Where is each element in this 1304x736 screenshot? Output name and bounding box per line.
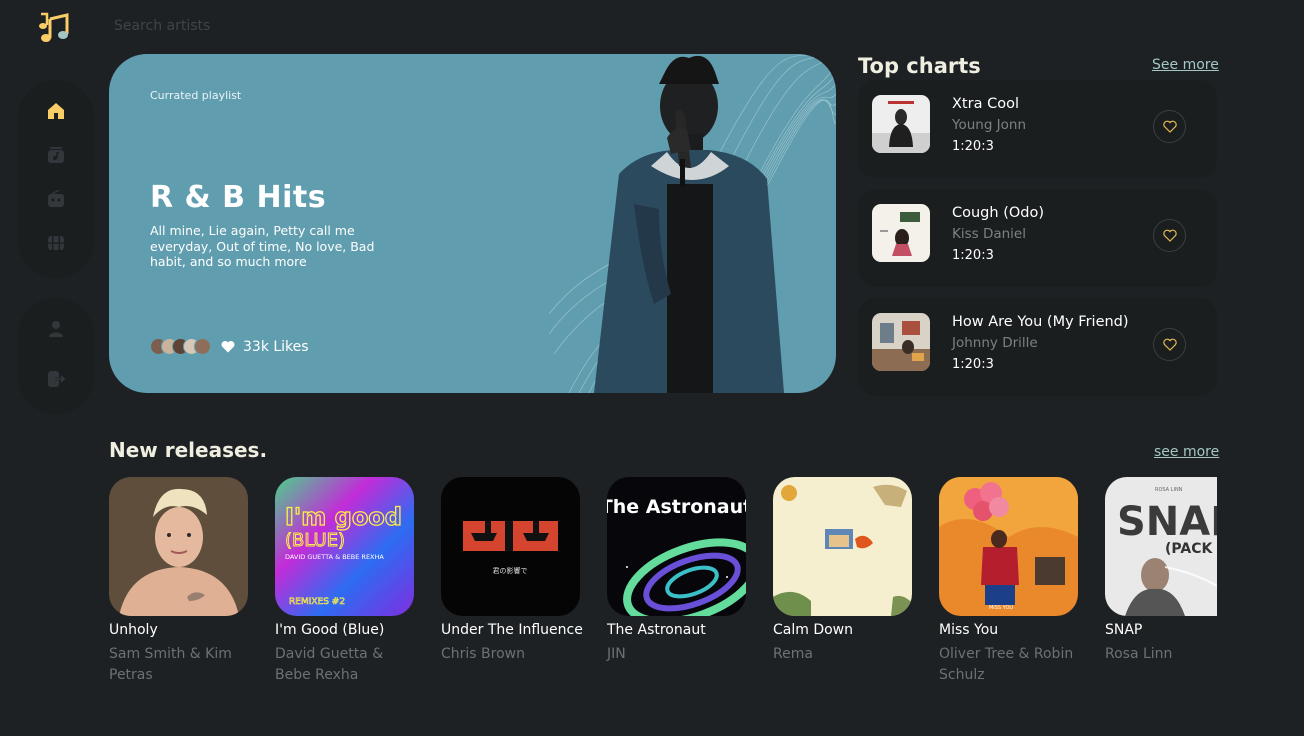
- logo-music-icon[interactable]: [37, 11, 71, 45]
- like-button[interactable]: [1153, 328, 1186, 361]
- heart-outline-icon: [1162, 338, 1177, 351]
- cover-credit: DAVID GUETTA & BEBE REXHA: [285, 553, 384, 561]
- like-button[interactable]: [1153, 110, 1186, 143]
- release-artist: JIN: [607, 646, 626, 662]
- release-card[interactable]: Unholy Sam Smith & Kim Petras: [109, 477, 248, 686]
- sidebar-primary-nav: [18, 80, 94, 278]
- hero-likes-row: 33k Likes: [150, 338, 309, 355]
- release-title: SNAP: [1105, 622, 1143, 638]
- song-duration: 1:20:3: [952, 248, 994, 263]
- radio-icon[interactable]: [45, 188, 67, 210]
- release-title: The Astronaut: [607, 622, 706, 638]
- release-artist: Rema: [773, 646, 813, 662]
- song-title: How Are You (My Friend): [952, 314, 1129, 330]
- new-releases-carousel[interactable]: Unholy Sam Smith & Kim Petras I'm good (…: [109, 477, 1217, 707]
- album-cover: MISS YOU: [939, 477, 1078, 616]
- cover-text: The Astronaut: [607, 496, 746, 518]
- song-duration: 1:20:3: [952, 357, 994, 372]
- song-artist: Young Jonn: [952, 117, 1027, 133]
- release-artist: David Guetta & Bebe Rexha: [275, 646, 384, 683]
- album-cover: [872, 95, 930, 153]
- album-cover: 君の影響で: [441, 477, 580, 616]
- playlist-icon[interactable]: [45, 144, 67, 166]
- sidebar-secondary-nav: [18, 298, 94, 414]
- logout-icon[interactable]: [45, 368, 67, 390]
- likes-count: 33k Likes: [243, 338, 309, 355]
- release-title: Calm Down: [773, 622, 854, 638]
- featured-playlist-card[interactable]: Currated playlist R & B Hits All mine, L…: [109, 54, 836, 393]
- cover-sub: (PACK: [1165, 541, 1213, 557]
- release-title: Miss You: [939, 622, 999, 638]
- cover-text: MISS YOU: [989, 605, 1013, 611]
- cover-text: I'm good: [285, 503, 402, 531]
- song-title: Xtra Cool: [952, 96, 1019, 112]
- cover-text: 君の影響で: [493, 566, 528, 575]
- release-artist: Oliver Tree & Robin Schulz: [939, 646, 1074, 683]
- artist-photo: [594, 55, 784, 393]
- home-icon[interactable]: [45, 100, 67, 122]
- like-button[interactable]: [1153, 219, 1186, 252]
- release-card[interactable]: The Astronaut The Astronaut JIN: [607, 477, 746, 665]
- hero-description: All mine, Lie again, Petty call me every…: [150, 223, 375, 269]
- album-cover: [773, 477, 912, 616]
- release-title: Under The Influence: [441, 622, 583, 638]
- release-card[interactable]: Calm Down Rema: [773, 477, 912, 665]
- release-artist: Sam Smith & Kim Petras: [109, 646, 232, 683]
- song-title: Cough (Odo): [952, 205, 1044, 221]
- album-cover: I'm good (BLUE) DAVID GUETTA & BEBE REXH…: [275, 477, 414, 616]
- profile-icon[interactable]: [45, 318, 67, 340]
- cover-text: SNAP: [1117, 499, 1217, 545]
- release-card[interactable]: MISS YOU Miss You Oliver Tree & Robin Sc…: [939, 477, 1078, 686]
- song-artist: Kiss Daniel: [952, 226, 1026, 242]
- song-duration: 1:20:3: [952, 139, 994, 154]
- listener-avatars: [150, 338, 211, 355]
- cover-credit: ROSA LINN: [1155, 487, 1183, 493]
- cover-remix: REMIXES #2: [289, 597, 345, 607]
- song-artist: Johnny Drille: [952, 335, 1038, 351]
- release-title: Unholy: [109, 622, 158, 638]
- heart-outline-icon: [1162, 120, 1177, 133]
- heart-icon[interactable]: [221, 340, 235, 353]
- avatar: [194, 338, 211, 355]
- chart-row[interactable]: Cough (Odo) Kiss Daniel 1:20:3: [858, 189, 1217, 287]
- new-releases-see-more-link[interactable]: see more: [1154, 444, 1219, 460]
- release-title: I'm Good (Blue): [275, 622, 385, 638]
- hero-kicker: Currated playlist: [150, 89, 242, 102]
- album-cover: [872, 313, 930, 371]
- top-charts-title: Top charts: [858, 54, 981, 78]
- release-card[interactable]: ROSA LINN SNAP (PACK SNAP Rosa Linn: [1105, 477, 1217, 665]
- top-charts-see-more-link[interactable]: See more: [1152, 57, 1219, 73]
- cover-sub: (BLUE): [285, 530, 345, 551]
- hero-title: R & B Hits: [150, 180, 327, 215]
- release-artist: Chris Brown: [441, 646, 525, 662]
- release-card[interactable]: 君の影響で Under The Influence Chris Brown: [441, 477, 583, 665]
- release-artist: Rosa Linn: [1105, 646, 1173, 662]
- album-cover: [109, 477, 248, 616]
- album-cover: ROSA LINN SNAP (PACK: [1105, 477, 1217, 616]
- album-cover: The Astronaut: [607, 477, 746, 616]
- chart-row[interactable]: How Are You (My Friend) Johnny Drille 1:…: [858, 298, 1217, 396]
- new-releases-title: New releases.: [109, 438, 268, 462]
- chart-row[interactable]: Xtra Cool Young Jonn 1:20:3: [858, 80, 1217, 178]
- album-cover: [872, 204, 930, 262]
- heart-outline-icon: [1162, 229, 1177, 242]
- search-input[interactable]: [114, 16, 414, 36]
- video-icon[interactable]: [45, 232, 67, 254]
- release-card[interactable]: I'm good (BLUE) DAVID GUETTA & BEBE REXH…: [275, 477, 414, 686]
